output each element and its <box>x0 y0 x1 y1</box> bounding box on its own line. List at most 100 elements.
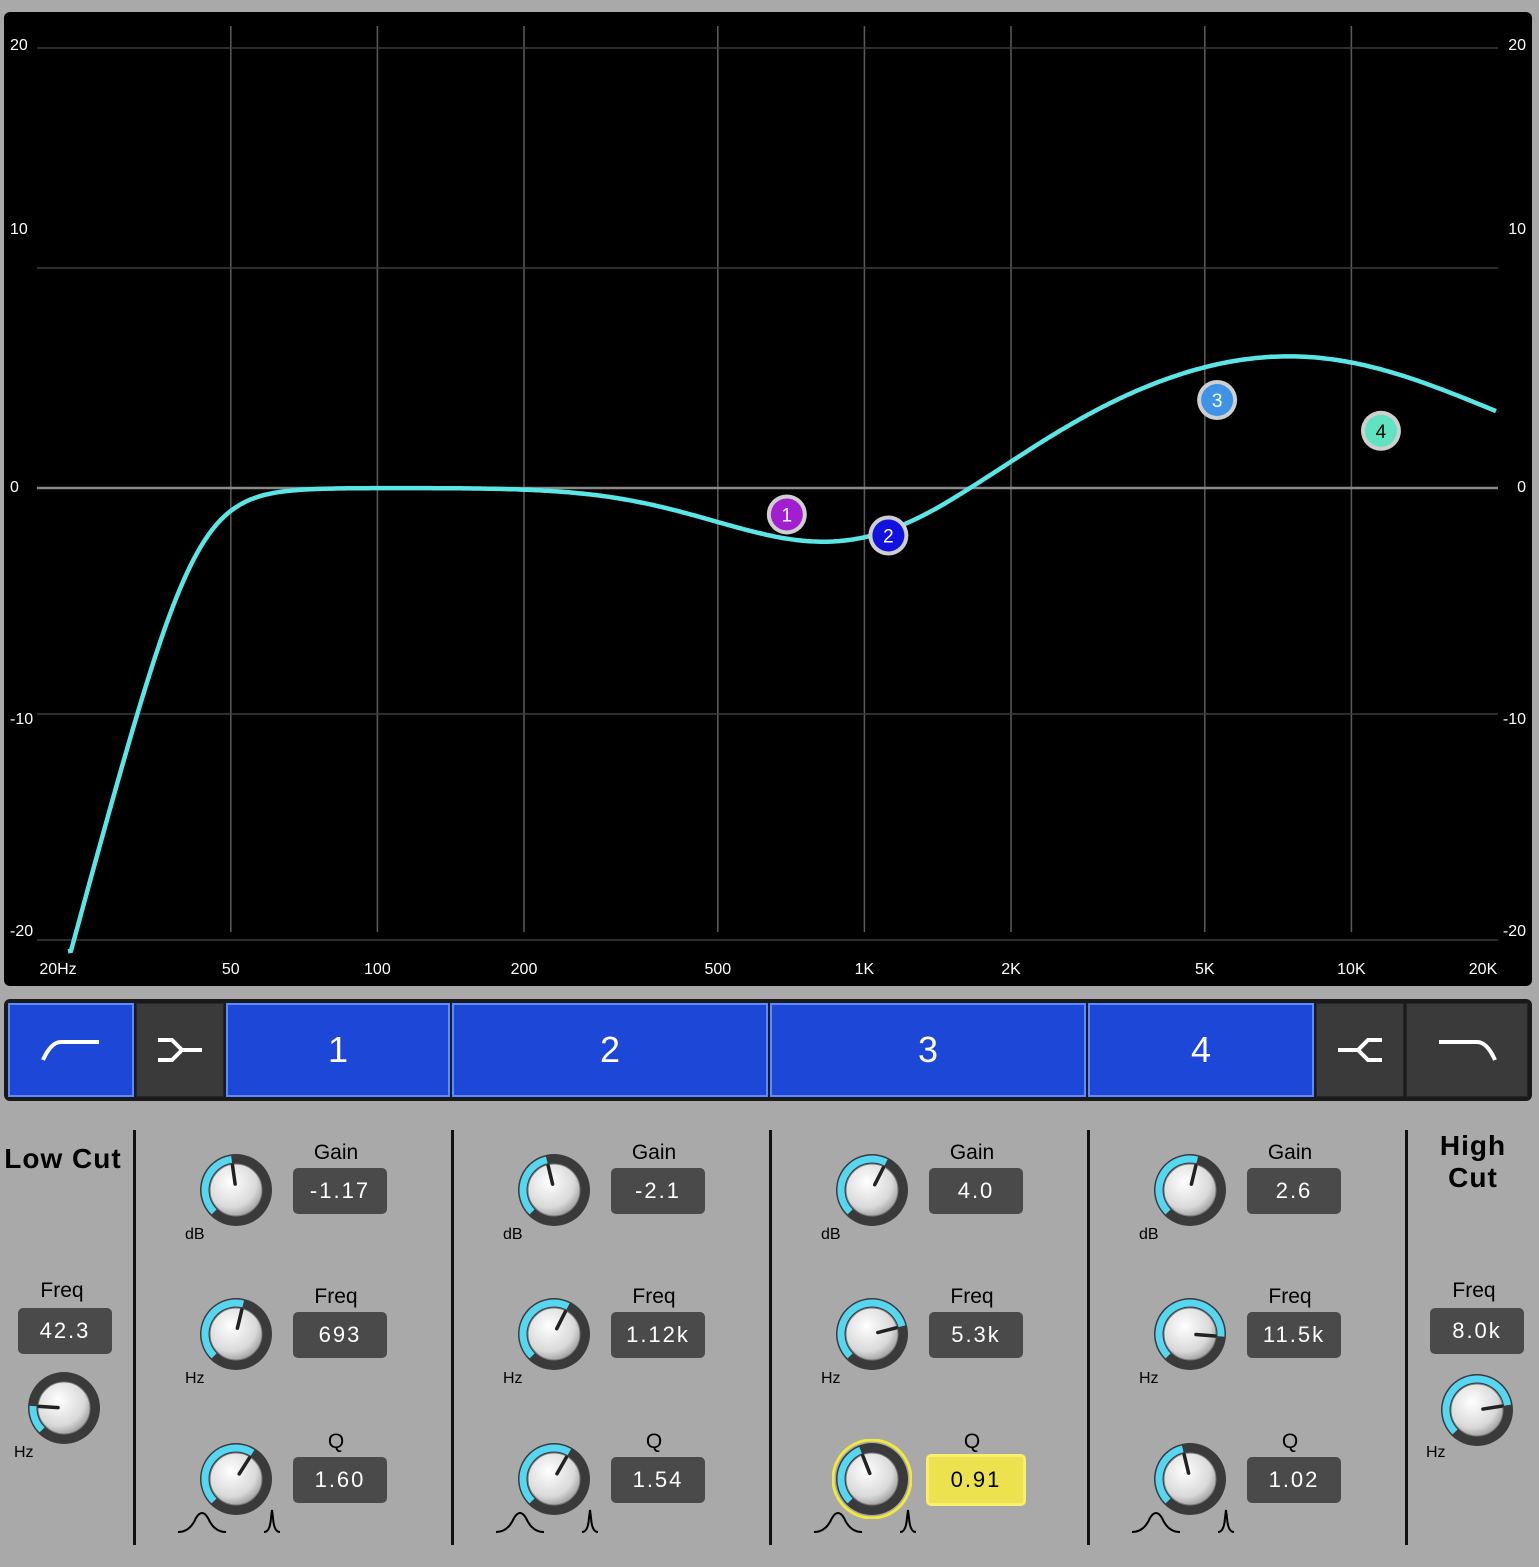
band-3-freq-label: Freq <box>950 1285 994 1308</box>
high-shelf-type-button[interactable] <box>1316 1003 1404 1097</box>
band-2-tab[interactable]: 2 <box>452 1003 768 1097</box>
knob-graphic <box>518 1154 590 1226</box>
band-3-freq-value[interactable]: 5.3k <box>929 1312 1023 1358</box>
high-cut-type-button[interactable] <box>1406 1003 1528 1097</box>
eq-graph-canvas[interactable]: 20100-10-2020100-10-2020Hz 50 100 200 500 1K 2… <box>4 12 1532 986</box>
band-3-freq-knob[interactable] <box>832 1294 912 1374</box>
band-2-gain-unit: dB <box>503 1226 523 1243</box>
knob-cap <box>1163 1163 1217 1217</box>
high-cut-title-line1: High <box>1439 1130 1507 1161</box>
eq-node-label: 2 <box>883 526 894 547</box>
knob-cap <box>527 1163 581 1217</box>
band-4-tab[interactable]: 4 <box>1088 1003 1314 1097</box>
band-4-freq-knob[interactable] <box>1150 1294 1230 1374</box>
knob-graphic <box>200 1154 272 1226</box>
high-cut-freq-label: Freq <box>1452 1279 1496 1302</box>
knob-graphic <box>28 1372 100 1444</box>
band-3-q-label: Q <box>963 1430 981 1453</box>
knob-cap <box>845 1163 899 1217</box>
band-3-gain-knob[interactable] <box>832 1150 912 1230</box>
db-label-left: 10 <box>10 221 28 238</box>
band-3-tab-label: 3 <box>917 1029 939 1070</box>
band-1-q-knob[interactable] <box>196 1439 276 1519</box>
knob-graphic <box>1441 1374 1513 1446</box>
band-2-gain-value[interactable]: -2.1 <box>611 1168 705 1214</box>
db-label-right: 10 <box>1508 221 1526 238</box>
eq-node-label: 3 <box>1212 391 1223 412</box>
db-label-right: -10 <box>1503 711 1526 728</box>
knob-cap <box>527 1452 581 1506</box>
band-3-q-value[interactable]: 0.91 <box>926 1454 1026 1506</box>
low-cut-freq-value[interactable]: 42.3 <box>18 1308 112 1354</box>
band-2-freq-unit: Hz <box>503 1370 523 1387</box>
eq-node-1[interactable]: 1 <box>766 494 807 535</box>
band-4-gain-unit: dB <box>1139 1226 1159 1243</box>
band-3-q-knob[interactable] <box>832 1439 912 1519</box>
high-cut-freq-knob[interactable] <box>1437 1370 1517 1450</box>
high-cut-title: High Cut <box>1414 1130 1532 1194</box>
band-3-freq-unit: Hz <box>821 1370 841 1387</box>
band-4-tab-label: 4 <box>1190 1029 1212 1070</box>
knob-cap <box>845 1452 899 1506</box>
band-1-q-value[interactable]: 1.60 <box>293 1457 387 1503</box>
band-1-tab[interactable]: 1 <box>226 1003 450 1097</box>
band-3-gain-label: Gain <box>949 1141 995 1164</box>
band-4-gain-value[interactable]: 2.6 <box>1247 1168 1341 1214</box>
section-divider <box>769 1130 772 1545</box>
freq-axis-label: 2K <box>1001 961 1021 978</box>
band-1-freq-value[interactable]: 693 <box>293 1312 387 1358</box>
db-label-left: 20 <box>10 37 28 54</box>
band-2-freq-knob[interactable] <box>514 1294 594 1374</box>
eq-node-3[interactable]: 3 <box>1197 380 1238 420</box>
low-cut-shape-icon <box>41 1040 99 1061</box>
eq-node-2[interactable]: 2 <box>868 515 909 556</box>
eq-graph[interactable]: 20 10 0 -10 -20 20 10 0 -10 -20 20Hz 50 100 200 500 1K 2… <box>4 12 1532 986</box>
band-selector-bar: 1 2 3 4 <box>4 999 1532 1101</box>
band-1-freq-knob[interactable] <box>196 1294 276 1374</box>
knob-cap <box>1450 1383 1504 1437</box>
knob-pointer <box>1194 1332 1217 1338</box>
band-3-tab[interactable]: 3 <box>770 1003 1086 1097</box>
knob-cap <box>209 1307 263 1361</box>
knob-graphic <box>832 1439 912 1519</box>
low-cut-freq-label: Freq <box>40 1279 84 1302</box>
band-2-freq-value[interactable]: 1.12k <box>611 1312 705 1358</box>
band-4-q-knob[interactable] <box>1150 1439 1230 1519</box>
band-2-q-knob[interactable] <box>514 1439 594 1519</box>
low-cut-type-button[interactable] <box>8 1003 134 1097</box>
band-4-freq-value[interactable]: 11.5k <box>1247 1312 1341 1358</box>
band-4-freq-label: Freq <box>1268 1285 1312 1308</box>
narrow-q-icon <box>581 1509 599 1533</box>
narrow-q-icon <box>1217 1509 1235 1533</box>
knob-graphic <box>518 1298 590 1370</box>
band-2-q-label: Q <box>645 1430 663 1453</box>
freq-axis-label: 100 <box>364 961 391 978</box>
band-1-gain-knob[interactable] <box>196 1150 276 1230</box>
freq-axis-label: 10K <box>1337 961 1366 978</box>
band-2-q-value[interactable]: 1.54 <box>611 1457 705 1503</box>
low-shelf-shape-icon <box>158 1038 202 1062</box>
eq-response-curve <box>67 354 1497 954</box>
low-cut-freq-unit: Hz <box>14 1444 34 1461</box>
high-cut-freq-value[interactable]: 8.0k <box>1430 1308 1524 1354</box>
high-cut-freq-unit: Hz <box>1426 1444 1446 1461</box>
low-shelf-type-button[interactable] <box>136 1003 224 1097</box>
band-2-gain-knob[interactable] <box>514 1150 594 1230</box>
knob-graphic <box>1154 1298 1226 1370</box>
section-divider <box>1087 1130 1090 1545</box>
eq-node-4[interactable]: 4 <box>1360 410 1401 451</box>
wide-q-icon <box>495 1512 545 1533</box>
band-4-gain-knob[interactable] <box>1150 1150 1230 1230</box>
band-1-gain-value[interactable]: -1.17 <box>293 1168 387 1214</box>
band-4-q-value[interactable]: 1.02 <box>1247 1457 1341 1503</box>
band-1-tab-label: 1 <box>327 1029 349 1070</box>
band-2-tab-label: 2 <box>599 1029 621 1070</box>
low-cut-freq-knob[interactable] <box>24 1368 104 1448</box>
db-label-right: -20 <box>1503 923 1526 940</box>
band-1-freq-unit: Hz <box>185 1370 205 1387</box>
band-3-gain-value[interactable]: 4.0 <box>929 1168 1023 1214</box>
db-label-left: 0 <box>10 479 19 496</box>
high-cut-shape-icon <box>1439 1040 1497 1061</box>
knob-graphic <box>200 1443 272 1515</box>
freq-axis-label: 20K <box>1469 961 1498 978</box>
